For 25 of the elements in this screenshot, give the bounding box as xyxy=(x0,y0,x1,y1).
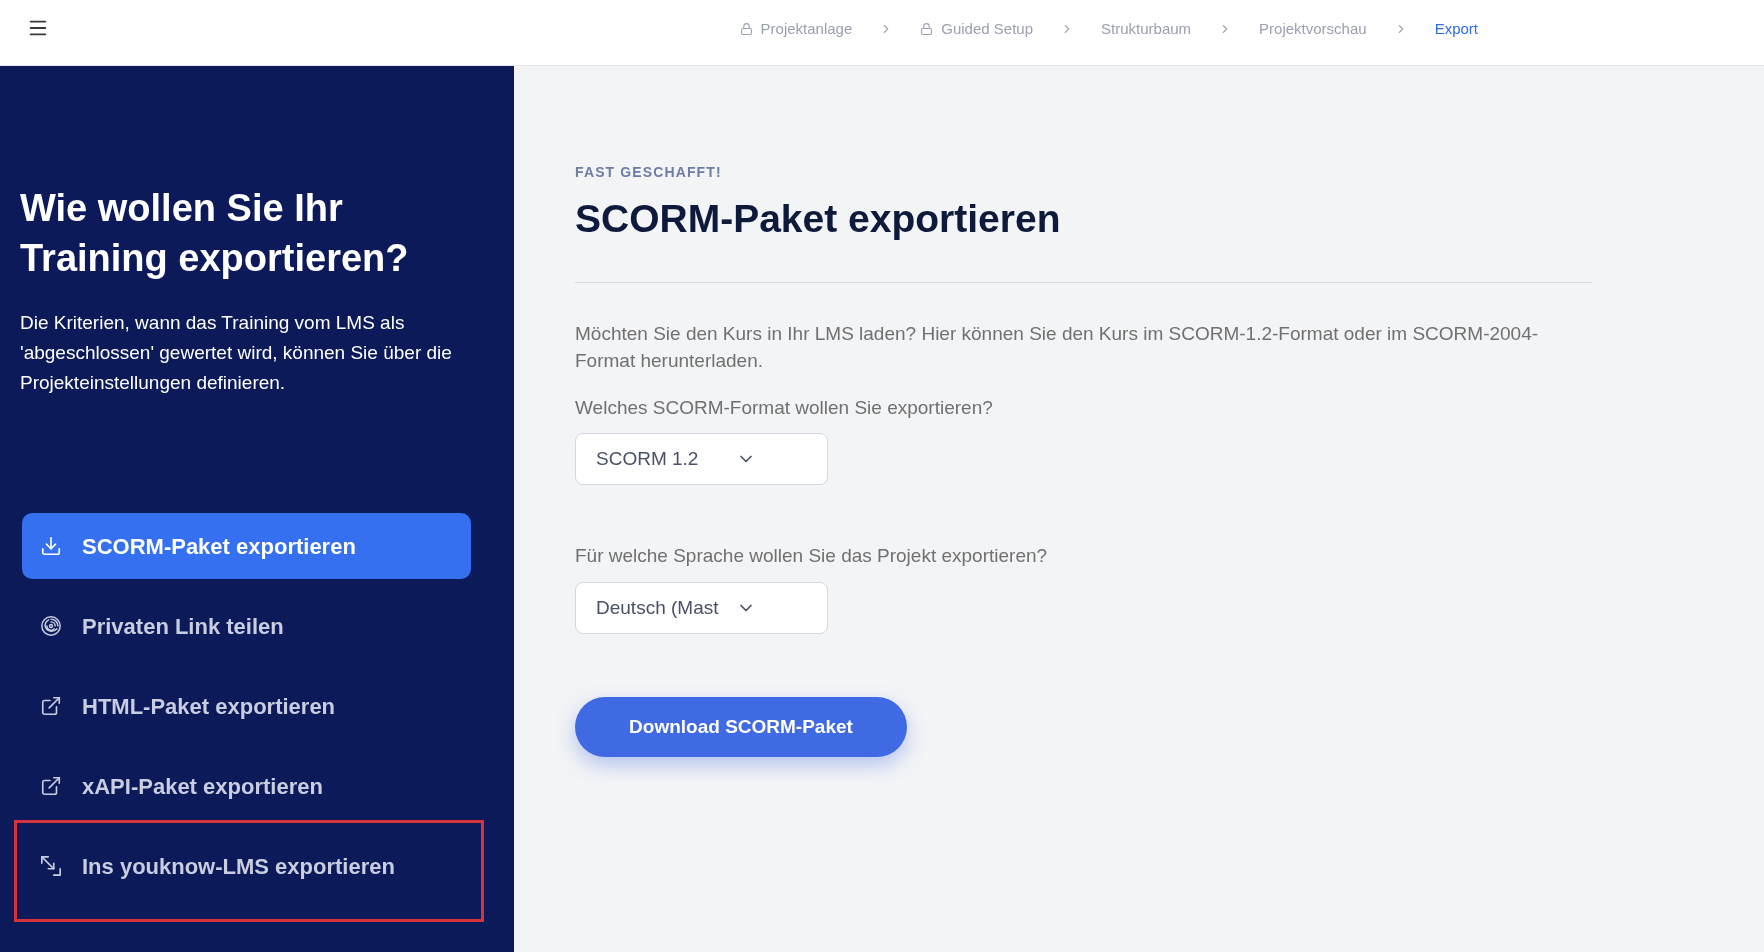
download-icon xyxy=(40,535,62,557)
sidebar-item[interactable]: Ins youknow-LMS exportieren xyxy=(40,849,395,883)
sidebar-item[interactable]: xAPI-Paket exportieren xyxy=(40,769,323,803)
sidebar-item[interactable]: SCORM-Paket exportieren xyxy=(22,513,471,579)
sidebar-item[interactable]: Privaten Link teilen xyxy=(40,609,284,643)
external-link-icon xyxy=(40,695,62,717)
field-label: Für welche Sprache wollen Sie das Projekt exportieren? xyxy=(575,544,1048,568)
intro-text: Möchten Sie den Kurs in Ihr LMS laden? Hier können Sie den Kurs im SCORM-1.2-Format oder im SCORM-2004-Format herunterladen. xyxy=(575,322,1540,373)
select-field[interactable]: Deutsch (Mast xyxy=(575,582,828,634)
breadcrumb-link[interactable]: Export xyxy=(1434,19,1478,39)
breadcrumb-link[interactable]: Guided Setup xyxy=(920,19,1034,39)
breadcrumb-link[interactable]: Projektvorschau xyxy=(1259,19,1367,39)
breadcrumb-link[interactable]: Strukturbaum xyxy=(1101,19,1192,39)
download-button[interactable]: Download SCORM-Paket xyxy=(575,697,907,757)
select-field[interactable]: SCORM 1.2 xyxy=(575,433,828,485)
external-link-icon xyxy=(40,775,62,797)
breadcrumb-link[interactable]: Projektanlage xyxy=(739,19,853,39)
sidebar-title: Wie wollen Sie Ihr Training exportieren? xyxy=(20,186,410,281)
page-title: SCORM-Paket exportieren xyxy=(575,196,1061,242)
sidebar-item[interactable]: HTML-Paket exportieren xyxy=(40,689,336,723)
diagonal-arrow-icon xyxy=(40,855,62,877)
field-label: Welches SCORM-Format wollen Sie exportieren? xyxy=(575,396,993,420)
concentric-circles-icon xyxy=(40,615,62,637)
eyebrow-label: FAST GESCHAFFT! xyxy=(575,163,722,181)
sidebar-description: Die Kriterien, wann das Training vom LMS als 'abgeschlossen' gewertet wird, können Sie über die Projekteinstellungen definieren. xyxy=(20,311,453,395)
